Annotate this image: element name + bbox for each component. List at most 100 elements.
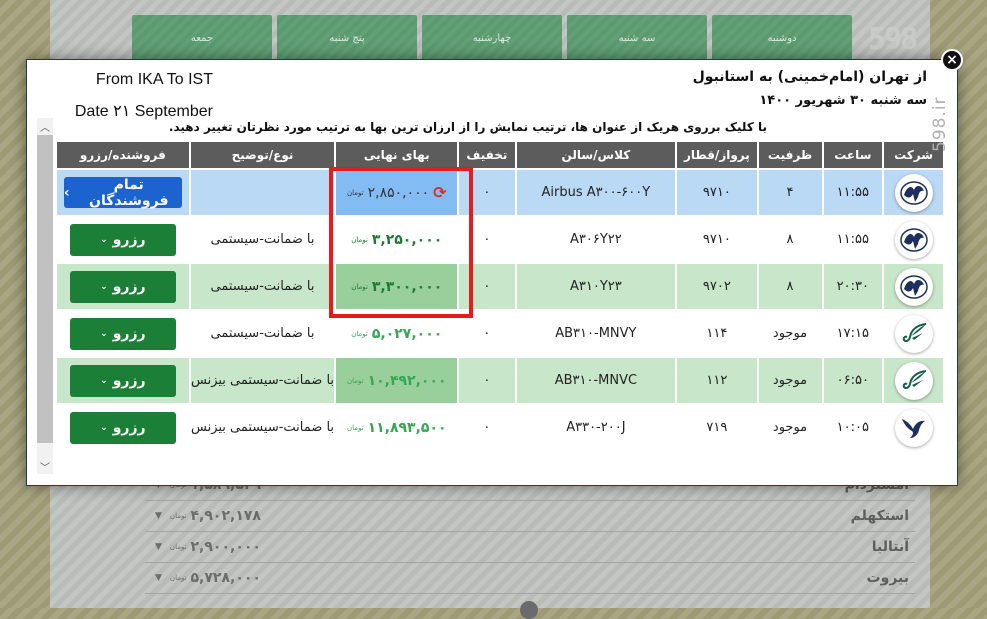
close-modal-button[interactable]: × <box>941 49 963 71</box>
reserve-button[interactable]: رزرو ⌄ <box>69 317 176 350</box>
discount-cell: ۰ <box>459 217 515 262</box>
final-price-cell: تومان ۵,۰۲۷,۰۰۰ <box>336 311 458 356</box>
final-price-cell: تومان ۳,۲۵۰,۰۰۰ <box>336 217 458 262</box>
scroll-up-arrow-icon[interactable]: ︿ <box>37 118 53 134</box>
date-persian: سه شنبه ۳۰ شهریور ۱۴۰۰ <box>759 93 927 108</box>
route-english: From IKA To IST <box>95 71 213 88</box>
type-cell: با ضمانت-سیستمی بیزنس <box>190 358 335 403</box>
discount-cell: ۰ <box>459 264 515 309</box>
price-amount: ۱۰,۴۹۲,۰۰۰ <box>367 372 447 389</box>
airline-cell <box>884 264 943 309</box>
column-header-discount[interactable]: تخفیف <box>459 142 515 168</box>
flight-row: ۰۶:۵۰ موجود ۱۱۲ AB۳۱۰-MNVC ۰ تومان ۱۰,۴۹… <box>57 358 943 403</box>
iran-air-logo-icon <box>894 267 933 306</box>
column-header-type[interactable]: نوع/توضیح <box>190 142 335 168</box>
type-cell: با ضمانت-سیستمی <box>190 217 335 262</box>
capacity-cell: موجود <box>758 358 822 403</box>
reserve-button[interactable]: رزرو ⌄ <box>69 364 176 397</box>
scroll-down-arrow-icon[interactable]: ﹀ <box>37 458 53 474</box>
flight-number-cell: ۷۱۹ <box>677 405 757 450</box>
flight-row: ۱۷:۱۵ موجود ۱۱۴ AB۳۱۰-MNVY ۰ تومان ۵,۰۲۷… <box>57 311 943 356</box>
destination-name: آنتالیا <box>871 539 909 555</box>
mahan-air-logo-icon <box>894 361 933 400</box>
iran-air-logo-icon <box>894 220 933 259</box>
price-amount: ۳,۳۰۰,۰۰۰ <box>371 278 443 295</box>
price: تومان ۳,۲۵۰,۰۰۰ <box>336 232 457 248</box>
currency-label: تومان <box>346 423 364 432</box>
iran-air-logo-icon <box>894 173 933 212</box>
discount-cell: ۰ <box>459 405 515 450</box>
column-header-final-price[interactable]: بهای نهایی <box>336 142 458 168</box>
discount-cell: ۰ <box>459 358 515 403</box>
reserve-button[interactable]: رزرو ⌄ <box>69 411 176 444</box>
price-amount: ۱۱,۸۹۳,۵۰۰ <box>367 419 447 436</box>
destination-price: ▼ تومان ۵,۷۲۸,۰۰۰ <box>155 570 261 586</box>
currency-label: تومان <box>351 235 368 244</box>
airline-cell <box>884 358 943 403</box>
chevron-down-icon: ⌄ <box>100 328 108 339</box>
final-price-cell: تومان ۳,۳۰۰,۰۰۰ <box>336 264 458 309</box>
destination-price: ▼ تومان ۲,۹۰۰,۰۰۰ <box>155 539 261 555</box>
chevron-down-icon: ⌄ <box>100 281 108 292</box>
class-cell: AB۳۱۰-MNVY <box>516 311 676 356</box>
refresh-icon[interactable]: ⟳ <box>433 183 446 202</box>
flights-table: شرکت ساعت ظرفیت پرواز/قطار کلاس/سالن تخف… <box>55 140 945 452</box>
vertical-scrollbar[interactable]: ︿ ﹀ <box>37 118 53 474</box>
header-persian: از تهران (امام‌خمینی) به استانبول سه شنب… <box>693 69 927 108</box>
day-tab-friday[interactable]: جمعه <box>132 15 272 61</box>
destination-row[interactable]: استکهلم ▼ تومان ۴,۹۰۲,۱۷۸ <box>145 501 915 532</box>
scrollbar-thumb[interactable] <box>37 135 53 443</box>
price: تومان ۱۱,۸۹۳,۵۰۰ <box>336 420 457 436</box>
reserve-button[interactable]: رزرو ⌄ <box>69 223 176 256</box>
chevron-right-icon: › <box>63 184 70 201</box>
chevron-down-icon: ▼ <box>155 511 162 521</box>
airline-cell <box>884 405 943 450</box>
discount-cell: ۰ <box>459 311 515 356</box>
currency-label: تومان <box>351 282 368 291</box>
chevron-down-icon: ⌄ <box>100 375 108 386</box>
airline-cell <box>884 217 943 262</box>
column-header-capacity[interactable]: ظرفیت <box>758 142 822 168</box>
time-cell: ۰۶:۵۰ <box>823 358 883 403</box>
seller-cell: رزرو ⌄ <box>57 264 189 309</box>
discount-cell: ۰ <box>459 170 515 215</box>
mahan-air-logo-icon <box>894 314 933 353</box>
site-logo: 598 <box>868 22 918 57</box>
day-tab-thursday[interactable]: پنج شنبه <box>277 15 417 61</box>
column-header-time[interactable]: ساعت <box>823 142 883 168</box>
chevron-down-icon: ⌄ <box>100 234 108 245</box>
destination-row[interactable]: آنتالیا ▼ تومان ۲,۹۰۰,۰۰۰ <box>145 532 915 563</box>
destination-list: آمستردام ▼تومان۱,۵۸۹,۵۴۹ استکهلم ▼تومان۴… <box>145 470 915 594</box>
capacity-cell: ۸ <box>758 217 822 262</box>
destination-row[interactable]: بیروت ▼ تومان ۵,۷۲۸,۰۰۰ <box>145 563 915 594</box>
flight-row: ۱۰:۰۵ موجود ۷۱۹ A۳۳۰-۲۰۰J ۰ تومان ۱۱,۸۹۳… <box>57 405 943 450</box>
price: تومان ۱۰,۴۹۲,۰۰۰ <box>336 373 457 389</box>
day-tab-tuesday[interactable]: سه شنبه <box>567 15 707 61</box>
reserve-button[interactable]: رزرو ⌄ <box>69 270 176 303</box>
column-header-flight[interactable]: پرواز/قطار <box>677 142 757 168</box>
day-tab-wednesday[interactable]: چهارشنبه <box>422 15 562 61</box>
seller-cell: رزرو ⌄ <box>57 311 189 356</box>
price-amount: ۵,۰۲۷,۰۰۰ <box>371 325 443 342</box>
capacity-cell: ۴ <box>758 170 822 215</box>
chevron-down-icon: ▼ <box>155 542 162 552</box>
class-cell: AB۳۱۰-MNVC <box>516 358 676 403</box>
price-amount: ۲,۸۵۰,۰۰۰ <box>367 184 430 201</box>
seller-cell: رزرو ⌄ <box>57 217 189 262</box>
route-persian: از تهران (امام‌خمینی) به استانبول <box>692 69 927 85</box>
chevron-down-icon: ⌄ <box>100 422 108 433</box>
table-header-row: شرکت ساعت ظرفیت پرواز/قطار کلاس/سالن تخف… <box>57 142 943 168</box>
day-tab-monday[interactable]: دوشنبه <box>712 15 852 61</box>
time-cell: ۱۷:۱۵ <box>823 311 883 356</box>
flight-number-cell: ۹۷۱۰ <box>677 217 757 262</box>
destination-name: بیروت <box>866 570 909 586</box>
column-header-class[interactable]: کلاس/سالن <box>516 142 676 168</box>
flight-row: ۲۰:۳۰ ۸ ۹۷۰۲ A۳۱۰Y۲۳ ۰ تومان ۳,۳۰۰,۰۰۰ ب… <box>57 264 943 309</box>
destination-price: ▼ تومان ۴,۹۰۲,۱۷۸ <box>155 508 261 524</box>
flight-row: ۱۱:۵۵ ۴ ۹۷۱۰ Airbus A۳۰۰-۶۰۰Y ۰ تومان ۲,… <box>57 170 943 215</box>
price: تومان ۲,۸۵۰,۰۰۰ ⟳ <box>336 183 457 202</box>
column-header-seller[interactable]: فروشنده/رزرو <box>57 142 189 168</box>
all-sellers-button[interactable]: تمام فروشندگان › <box>63 177 182 209</box>
flight-number-cell: ۱۱۴ <box>677 311 757 356</box>
flight-number-cell: ۹۷۱۰ <box>677 170 757 215</box>
